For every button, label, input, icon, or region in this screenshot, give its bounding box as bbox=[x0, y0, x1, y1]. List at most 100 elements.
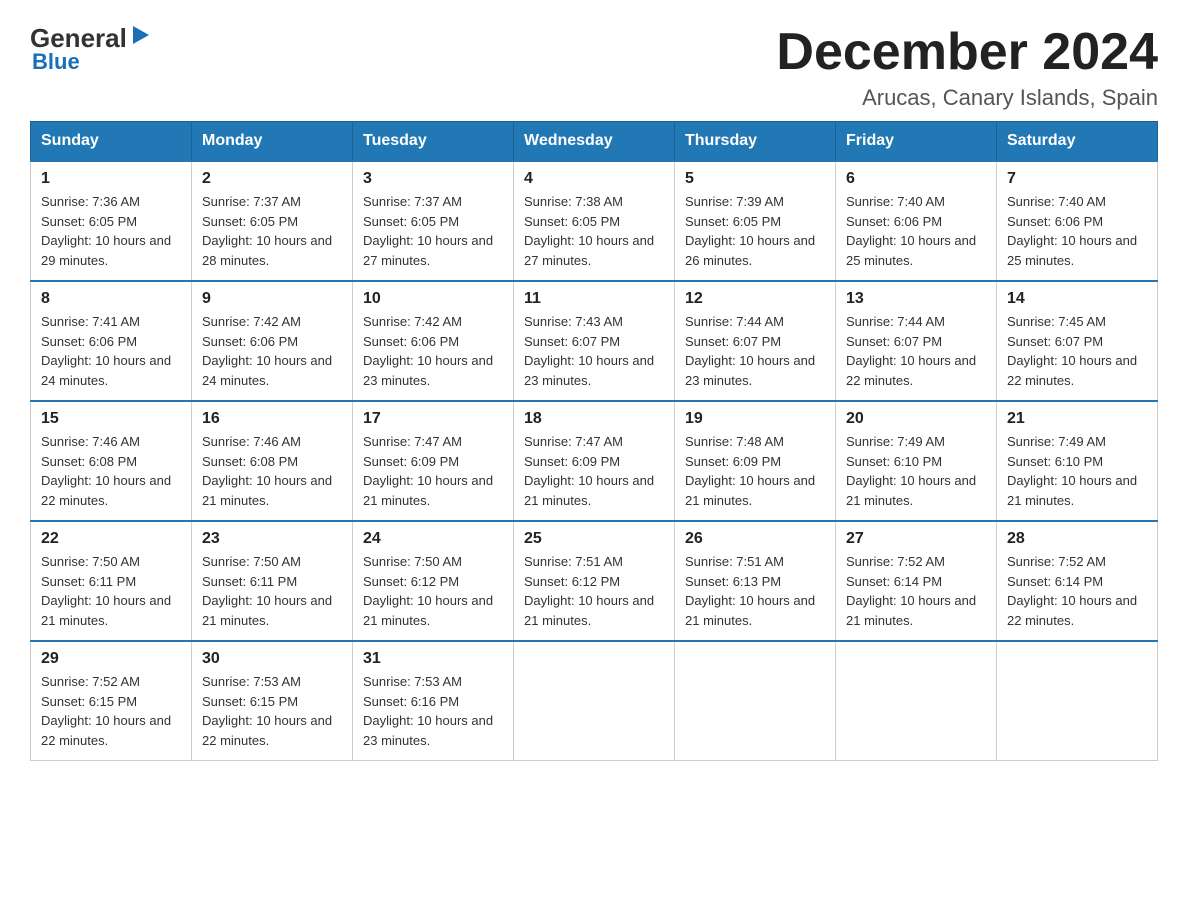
col-wednesday: Wednesday bbox=[514, 122, 675, 162]
table-row: 6 Sunrise: 7:40 AMSunset: 6:06 PMDayligh… bbox=[836, 161, 997, 281]
table-row: 21 Sunrise: 7:49 AMSunset: 6:10 PMDaylig… bbox=[997, 401, 1158, 521]
table-row: 9 Sunrise: 7:42 AMSunset: 6:06 PMDayligh… bbox=[192, 281, 353, 401]
day-info: Sunrise: 7:46 AMSunset: 6:08 PMDaylight:… bbox=[202, 434, 332, 508]
table-row: 3 Sunrise: 7:37 AMSunset: 6:05 PMDayligh… bbox=[353, 161, 514, 281]
table-row bbox=[997, 641, 1158, 761]
day-number: 7 bbox=[1007, 170, 1147, 188]
day-info: Sunrise: 7:42 AMSunset: 6:06 PMDaylight:… bbox=[202, 314, 332, 388]
day-number: 25 bbox=[524, 530, 664, 548]
day-info: Sunrise: 7:50 AMSunset: 6:11 PMDaylight:… bbox=[41, 554, 171, 628]
day-info: Sunrise: 7:52 AMSunset: 6:14 PMDaylight:… bbox=[846, 554, 976, 628]
location-subtitle: Arucas, Canary Islands, Spain bbox=[776, 85, 1158, 111]
table-row bbox=[514, 641, 675, 761]
day-info: Sunrise: 7:44 AMSunset: 6:07 PMDaylight:… bbox=[685, 314, 815, 388]
table-row: 11 Sunrise: 7:43 AMSunset: 6:07 PMDaylig… bbox=[514, 281, 675, 401]
day-number: 10 bbox=[363, 290, 503, 308]
table-row: 31 Sunrise: 7:53 AMSunset: 6:16 PMDaylig… bbox=[353, 641, 514, 761]
table-row: 18 Sunrise: 7:47 AMSunset: 6:09 PMDaylig… bbox=[514, 401, 675, 521]
table-row: 22 Sunrise: 7:50 AMSunset: 6:11 PMDaylig… bbox=[31, 521, 192, 641]
day-number: 17 bbox=[363, 410, 503, 428]
day-info: Sunrise: 7:45 AMSunset: 6:07 PMDaylight:… bbox=[1007, 314, 1137, 388]
day-info: Sunrise: 7:49 AMSunset: 6:10 PMDaylight:… bbox=[1007, 434, 1137, 508]
day-number: 27 bbox=[846, 530, 986, 548]
day-number: 2 bbox=[202, 170, 342, 188]
day-number: 24 bbox=[363, 530, 503, 548]
table-row: 23 Sunrise: 7:50 AMSunset: 6:11 PMDaylig… bbox=[192, 521, 353, 641]
page-header: General Blue December 2024 Arucas, Canar… bbox=[30, 24, 1158, 111]
calendar-week-row: 29 Sunrise: 7:52 AMSunset: 6:15 PMDaylig… bbox=[31, 641, 1158, 761]
day-number: 31 bbox=[363, 650, 503, 668]
day-number: 22 bbox=[41, 530, 181, 548]
table-row: 13 Sunrise: 7:44 AMSunset: 6:07 PMDaylig… bbox=[836, 281, 997, 401]
day-number: 4 bbox=[524, 170, 664, 188]
calendar-week-row: 15 Sunrise: 7:46 AMSunset: 6:08 PMDaylig… bbox=[31, 401, 1158, 521]
day-number: 29 bbox=[41, 650, 181, 668]
table-row: 25 Sunrise: 7:51 AMSunset: 6:12 PMDaylig… bbox=[514, 521, 675, 641]
logo: General Blue bbox=[30, 24, 151, 75]
col-saturday: Saturday bbox=[997, 122, 1158, 162]
day-number: 19 bbox=[685, 410, 825, 428]
logo-arrow-icon bbox=[129, 24, 151, 46]
day-info: Sunrise: 7:41 AMSunset: 6:06 PMDaylight:… bbox=[41, 314, 171, 388]
table-row: 26 Sunrise: 7:51 AMSunset: 6:13 PMDaylig… bbox=[675, 521, 836, 641]
col-thursday: Thursday bbox=[675, 122, 836, 162]
day-number: 16 bbox=[202, 410, 342, 428]
title-block: December 2024 Arucas, Canary Islands, Sp… bbox=[776, 24, 1158, 111]
day-info: Sunrise: 7:52 AMSunset: 6:14 PMDaylight:… bbox=[1007, 554, 1137, 628]
calendar-table: Sunday Monday Tuesday Wednesday Thursday… bbox=[30, 121, 1158, 761]
day-info: Sunrise: 7:51 AMSunset: 6:13 PMDaylight:… bbox=[685, 554, 815, 628]
day-number: 6 bbox=[846, 170, 986, 188]
table-row: 8 Sunrise: 7:41 AMSunset: 6:06 PMDayligh… bbox=[31, 281, 192, 401]
day-number: 15 bbox=[41, 410, 181, 428]
day-info: Sunrise: 7:42 AMSunset: 6:06 PMDaylight:… bbox=[363, 314, 493, 388]
day-number: 30 bbox=[202, 650, 342, 668]
day-info: Sunrise: 7:37 AMSunset: 6:05 PMDaylight:… bbox=[363, 194, 493, 268]
day-number: 5 bbox=[685, 170, 825, 188]
calendar-header-row: Sunday Monday Tuesday Wednesday Thursday… bbox=[31, 122, 1158, 162]
table-row: 12 Sunrise: 7:44 AMSunset: 6:07 PMDaylig… bbox=[675, 281, 836, 401]
day-info: Sunrise: 7:49 AMSunset: 6:10 PMDaylight:… bbox=[846, 434, 976, 508]
table-row: 2 Sunrise: 7:37 AMSunset: 6:05 PMDayligh… bbox=[192, 161, 353, 281]
day-number: 20 bbox=[846, 410, 986, 428]
day-info: Sunrise: 7:40 AMSunset: 6:06 PMDaylight:… bbox=[846, 194, 976, 268]
day-info: Sunrise: 7:44 AMSunset: 6:07 PMDaylight:… bbox=[846, 314, 976, 388]
day-number: 21 bbox=[1007, 410, 1147, 428]
day-info: Sunrise: 7:50 AMSunset: 6:11 PMDaylight:… bbox=[202, 554, 332, 628]
day-number: 8 bbox=[41, 290, 181, 308]
day-info: Sunrise: 7:47 AMSunset: 6:09 PMDaylight:… bbox=[524, 434, 654, 508]
day-info: Sunrise: 7:36 AMSunset: 6:05 PMDaylight:… bbox=[41, 194, 171, 268]
table-row: 27 Sunrise: 7:52 AMSunset: 6:14 PMDaylig… bbox=[836, 521, 997, 641]
day-info: Sunrise: 7:47 AMSunset: 6:09 PMDaylight:… bbox=[363, 434, 493, 508]
day-number: 9 bbox=[202, 290, 342, 308]
day-number: 26 bbox=[685, 530, 825, 548]
day-number: 12 bbox=[685, 290, 825, 308]
calendar-week-row: 8 Sunrise: 7:41 AMSunset: 6:06 PMDayligh… bbox=[31, 281, 1158, 401]
col-sunday: Sunday bbox=[31, 122, 192, 162]
table-row: 10 Sunrise: 7:42 AMSunset: 6:06 PMDaylig… bbox=[353, 281, 514, 401]
day-info: Sunrise: 7:40 AMSunset: 6:06 PMDaylight:… bbox=[1007, 194, 1137, 268]
table-row: 15 Sunrise: 7:46 AMSunset: 6:08 PMDaylig… bbox=[31, 401, 192, 521]
col-tuesday: Tuesday bbox=[353, 122, 514, 162]
col-monday: Monday bbox=[192, 122, 353, 162]
table-row: 7 Sunrise: 7:40 AMSunset: 6:06 PMDayligh… bbox=[997, 161, 1158, 281]
table-row: 1 Sunrise: 7:36 AMSunset: 6:05 PMDayligh… bbox=[31, 161, 192, 281]
table-row: 17 Sunrise: 7:47 AMSunset: 6:09 PMDaylig… bbox=[353, 401, 514, 521]
day-info: Sunrise: 7:46 AMSunset: 6:08 PMDaylight:… bbox=[41, 434, 171, 508]
table-row: 29 Sunrise: 7:52 AMSunset: 6:15 PMDaylig… bbox=[31, 641, 192, 761]
logo-blue-text: Blue bbox=[30, 49, 80, 75]
day-number: 18 bbox=[524, 410, 664, 428]
day-info: Sunrise: 7:43 AMSunset: 6:07 PMDaylight:… bbox=[524, 314, 654, 388]
table-row: 30 Sunrise: 7:53 AMSunset: 6:15 PMDaylig… bbox=[192, 641, 353, 761]
table-row: 5 Sunrise: 7:39 AMSunset: 6:05 PMDayligh… bbox=[675, 161, 836, 281]
logo-general-text: General bbox=[30, 25, 127, 51]
day-number: 3 bbox=[363, 170, 503, 188]
day-number: 23 bbox=[202, 530, 342, 548]
table-row: 16 Sunrise: 7:46 AMSunset: 6:08 PMDaylig… bbox=[192, 401, 353, 521]
table-row bbox=[836, 641, 997, 761]
day-info: Sunrise: 7:53 AMSunset: 6:16 PMDaylight:… bbox=[363, 674, 493, 748]
day-info: Sunrise: 7:53 AMSunset: 6:15 PMDaylight:… bbox=[202, 674, 332, 748]
calendar-week-row: 1 Sunrise: 7:36 AMSunset: 6:05 PMDayligh… bbox=[31, 161, 1158, 281]
day-number: 11 bbox=[524, 290, 664, 308]
day-info: Sunrise: 7:39 AMSunset: 6:05 PMDaylight:… bbox=[685, 194, 815, 268]
table-row: 19 Sunrise: 7:48 AMSunset: 6:09 PMDaylig… bbox=[675, 401, 836, 521]
